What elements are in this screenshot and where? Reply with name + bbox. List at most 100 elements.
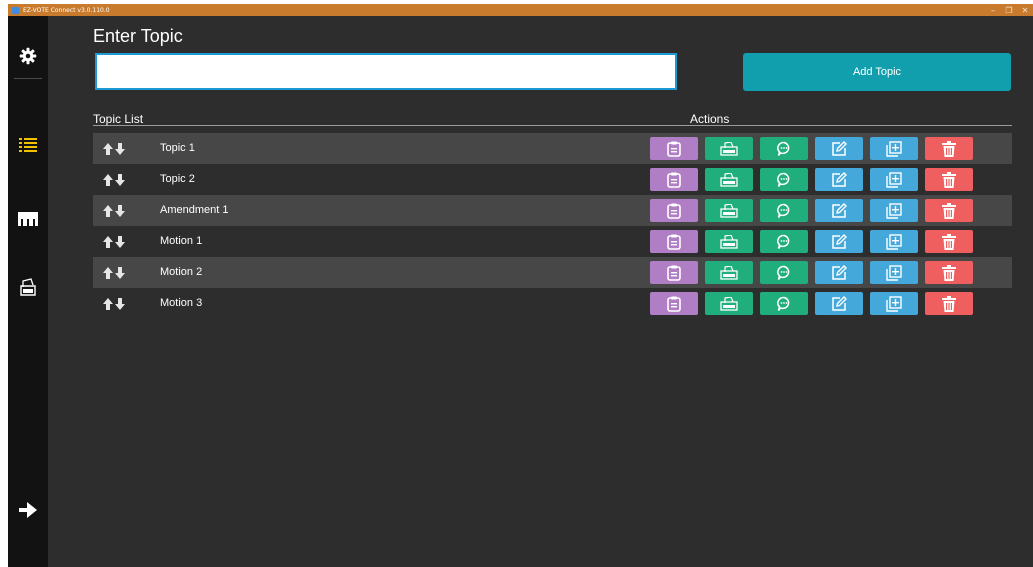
topic-row: Motion 3 — [93, 288, 1012, 319]
edit-icon — [832, 295, 847, 311]
delete-button[interactable] — [925, 292, 973, 315]
delete-button[interactable] — [925, 168, 973, 191]
restore-button[interactable]: ❐ — [1001, 4, 1017, 16]
topic-list: Topic 1 Topic 2 Amendment 1 Motion 1 Mot… — [93, 133, 1012, 319]
add-amendment-button[interactable] — [870, 261, 918, 284]
delete-button[interactable] — [925, 137, 973, 160]
edit-button[interactable] — [815, 230, 863, 253]
vote-button[interactable] — [705, 261, 753, 284]
vote-button[interactable] — [705, 199, 753, 222]
add-amendment-button[interactable] — [870, 137, 918, 160]
add-amendment-button[interactable] — [870, 230, 918, 253]
minimize-button[interactable]: – — [985, 4, 1001, 16]
trash-icon — [942, 264, 956, 281]
list-icon — [19, 138, 37, 152]
vote-button[interactable] — [705, 137, 753, 160]
vote-button[interactable] — [705, 292, 753, 315]
edit-icon — [832, 140, 847, 156]
notes-button[interactable] — [650, 137, 698, 160]
notes-button[interactable] — [650, 168, 698, 191]
add-topic-button[interactable]: Add Topic — [743, 53, 1011, 91]
move-up-button[interactable] — [103, 204, 113, 217]
sidebar-item-exit[interactable] — [8, 495, 48, 525]
column-header-actions: Actions — [690, 112, 730, 126]
close-button[interactable]: ✕ — [1017, 4, 1033, 16]
discussion-button[interactable] — [760, 292, 808, 315]
vote-button[interactable] — [705, 168, 753, 191]
topic-name: Motion 2 — [160, 266, 203, 278]
row-actions — [650, 199, 973, 222]
notes-button[interactable] — [650, 261, 698, 284]
ballot-box-icon — [20, 278, 36, 296]
chat-bubble-icon — [777, 265, 790, 280]
delete-button[interactable] — [925, 199, 973, 222]
move-up-button[interactable] — [103, 235, 113, 248]
discussion-button[interactable] — [760, 137, 808, 160]
move-down-button[interactable] — [115, 266, 125, 279]
move-up-button[interactable] — [103, 173, 113, 186]
notes-button[interactable] — [650, 292, 698, 315]
move-up-button[interactable] — [103, 297, 113, 310]
discussion-button[interactable] — [760, 230, 808, 253]
move-down-button[interactable] — [115, 297, 125, 310]
app-logo-icon — [12, 6, 19, 14]
discussion-button[interactable] — [760, 168, 808, 191]
add-amendment-button[interactable] — [870, 292, 918, 315]
window-controls: – ❐ ✕ — [985, 4, 1033, 16]
page-title: Enter Topic — [93, 26, 183, 46]
edit-button[interactable] — [815, 137, 863, 160]
sidebar-item-voting[interactable] — [8, 272, 48, 302]
column-header-topic-list: Topic List — [93, 112, 144, 126]
sidebar-item-settings[interactable] — [8, 41, 48, 71]
arrow-down-icon — [115, 266, 125, 279]
move-down-button[interactable] — [115, 173, 125, 186]
delete-button[interactable] — [925, 230, 973, 253]
clipboard-icon — [667, 296, 681, 312]
move-up-button[interactable] — [103, 142, 113, 155]
arrow-down-icon — [115, 142, 125, 155]
add-amendment-button[interactable] — [870, 168, 918, 191]
topic-input[interactable] — [95, 53, 677, 90]
add-amendment-icon — [886, 264, 902, 281]
move-down-button[interactable] — [115, 204, 125, 217]
move-down-button[interactable] — [115, 142, 125, 155]
vote-box-icon — [720, 172, 738, 187]
move-up-button[interactable] — [103, 266, 113, 279]
edit-button[interactable] — [815, 168, 863, 191]
reorder-controls — [103, 195, 125, 226]
notes-button[interactable] — [650, 230, 698, 253]
vote-button[interactable] — [705, 230, 753, 253]
edit-icon — [832, 202, 847, 218]
row-actions — [650, 261, 973, 284]
row-actions — [650, 292, 973, 315]
chat-bubble-icon — [777, 172, 790, 187]
chat-bubble-icon — [777, 296, 790, 311]
notes-button[interactable] — [650, 199, 698, 222]
trash-icon — [942, 202, 956, 219]
window-title: EZ-VOTE Connect v3.0.110.0 — [23, 6, 110, 14]
edit-button[interactable] — [815, 292, 863, 315]
delete-button[interactable] — [925, 261, 973, 284]
sidebar-item-meeting[interactable] — [8, 204, 48, 234]
chat-bubble-icon — [777, 203, 790, 218]
arrow-right-icon — [19, 502, 37, 518]
arrow-down-icon — [115, 235, 125, 248]
edit-button[interactable] — [815, 199, 863, 222]
add-amendment-button[interactable] — [870, 199, 918, 222]
reorder-controls — [103, 288, 125, 319]
sidebar-item-topics[interactable] — [8, 130, 48, 160]
edit-button[interactable] — [815, 261, 863, 284]
add-amendment-icon — [886, 171, 902, 188]
move-down-button[interactable] — [115, 235, 125, 248]
sidebar-separator — [14, 78, 42, 79]
topic-list-header: Topic List Actions — [93, 111, 1012, 126]
topic-row: Motion 1 — [93, 226, 1012, 257]
topic-row: Motion 2 — [93, 257, 1012, 288]
sidebar — [8, 16, 48, 567]
discussion-button[interactable] — [760, 199, 808, 222]
discussion-button[interactable] — [760, 261, 808, 284]
trash-icon — [942, 171, 956, 188]
vote-box-icon — [720, 141, 738, 156]
topic-name: Amendment 1 — [160, 204, 229, 216]
clipboard-icon — [667, 234, 681, 250]
